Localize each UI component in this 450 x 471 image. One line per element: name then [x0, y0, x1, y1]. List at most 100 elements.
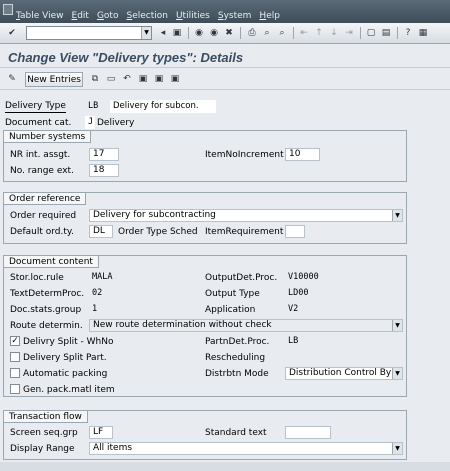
order-type-sched-label: Order Type Sched	[118, 227, 198, 237]
display-range-label: Display Range	[10, 444, 75, 454]
screen-seq-grp-input[interactable]: LF	[89, 426, 113, 439]
document-category-label: Document cat.	[5, 118, 72, 128]
application-label: Application	[205, 305, 256, 315]
dropdown-icon[interactable]: ▼	[392, 210, 402, 221]
previous-page-icon[interactable]: ↑	[312, 26, 326, 40]
screen-seq-grp-label: Screen seq.grp	[10, 428, 78, 438]
gen-pack-matl-item-label: Gen. pack.matl item	[23, 385, 115, 395]
back-icon[interactable]: ◉	[192, 26, 206, 40]
menu-help[interactable]: Help	[259, 11, 280, 21]
previous-entry-icon[interactable]: ▣	[136, 72, 150, 86]
page-title: Change View "Delivery types": Details	[8, 50, 244, 65]
new-entries-button[interactable]: New Entries	[25, 72, 83, 87]
shortcut-icon[interactable]: ▤	[379, 26, 393, 40]
distrbtn-mode-label: Distrbtn Mode	[205, 369, 269, 379]
delivery-split-part-label: Delivery Split Part.	[23, 353, 107, 363]
application-field: V2	[285, 303, 305, 316]
order-required-label: Order required	[10, 211, 77, 221]
item-no-increment-input[interactable]: 10	[285, 148, 320, 161]
toolbar-separator	[240, 27, 241, 39]
text-determ-proc-field: 02	[89, 287, 109, 300]
automatic-packing-checkbox[interactable]	[10, 368, 20, 378]
display-change-icon[interactable]: ✎	[5, 72, 19, 86]
delete-icon[interactable]: ▭	[104, 72, 118, 86]
display-range-value: All items	[93, 443, 133, 453]
command-dropdown-icon[interactable]: ▼	[141, 27, 151, 39]
save-icon[interactable]: ▣	[170, 26, 184, 40]
find-icon[interactable]: ⌕	[260, 26, 274, 40]
output-det-proc-field: V10000	[285, 271, 335, 284]
menu-system[interactable]: System	[218, 11, 252, 21]
order-required-value: Delivery for subcontracting	[93, 210, 216, 220]
dropdown-icon[interactable]: ▼	[392, 368, 402, 379]
menu-selection[interactable]: Selection	[126, 11, 167, 21]
route-determination-value: New route determination without check	[93, 320, 272, 330]
print-icon[interactable]: ⎙	[245, 26, 259, 40]
system-menu-icon[interactable]	[3, 4, 13, 15]
first-page-icon[interactable]: ⇤	[297, 26, 311, 40]
partn-det-proc-field: LB	[285, 335, 309, 348]
delivery-type-label: Delivery Type	[5, 101, 66, 113]
next-page-icon[interactable]: ↓	[327, 26, 341, 40]
next-entry-icon[interactable]: ▣	[152, 72, 166, 86]
stor-loc-rule-field: MALA	[89, 271, 129, 284]
distrbtn-mode-select[interactable]: Distribution Control By Wa ▼	[285, 367, 403, 380]
dropdown-icon[interactable]: ▼	[392, 320, 402, 331]
delivery-type-field: LB	[85, 100, 109, 113]
application-toolbar: ✎ New Entries ⧉ ▭ ↶ ▣ ▣ ▣	[0, 69, 450, 90]
menu-bar: Table View Edit Goto Selection Utilities…	[0, 0, 450, 23]
delivery-split-part-checkbox[interactable]	[10, 352, 20, 362]
standard-text-label: Standard text	[205, 428, 267, 438]
nr-int-assgt-input[interactable]: 17	[89, 148, 119, 161]
number-systems-title: Number systems	[4, 131, 92, 143]
output-det-proc-label: OutputDet.Proc.	[205, 273, 278, 283]
automatic-packing-label: Automatic packing	[23, 369, 108, 379]
doc-stats-group-field: 1	[89, 303, 104, 316]
stor-loc-rule-label: Stor.loc.rule	[10, 273, 64, 283]
no-range-ext-input[interactable]: 18	[89, 164, 119, 177]
default-order-type-label: Default ord.ty.	[10, 227, 74, 237]
menu-table-view[interactable]: Table View	[16, 11, 64, 21]
cancel-icon[interactable]: ✖	[222, 26, 236, 40]
exit-icon[interactable]: ◉	[207, 26, 221, 40]
toolbar-separator	[188, 27, 189, 39]
menu-goto[interactable]: Goto	[97, 11, 119, 21]
toolbar-separator	[293, 27, 294, 39]
partn-det-proc-label: PartnDet.Proc.	[205, 337, 270, 347]
layout-icon[interactable]: ▦	[416, 26, 430, 40]
gen-pack-matl-item-checkbox[interactable]	[10, 384, 20, 394]
enter-icon[interactable]: ✔	[5, 26, 19, 40]
create-session-icon[interactable]: ▢	[364, 26, 378, 40]
help-icon[interactable]: ?	[401, 26, 415, 40]
item-requirement-input[interactable]	[285, 225, 305, 238]
document-content-title: Document content	[4, 256, 99, 268]
delivery-split-whno-checkbox[interactable]: ✓	[10, 336, 20, 346]
distrbtn-mode-value: Distribution Control By Wa	[289, 368, 403, 378]
undo-change-icon[interactable]: ↶	[120, 72, 134, 86]
default-order-type-input[interactable]: DL	[89, 225, 113, 238]
title-bar: Change View "Delivery types": Details	[0, 45, 450, 68]
command-field[interactable]: ▼	[26, 26, 152, 40]
dropdown-icon[interactable]: ▼	[392, 443, 402, 454]
standard-text-input[interactable]	[285, 426, 331, 439]
delivery-split-whno-label: Delivry Split - WhNo	[23, 337, 114, 347]
menu-utilities[interactable]: Utilities	[176, 11, 210, 21]
text-determ-proc-label: TextDetermProc.	[10, 289, 85, 299]
display-range-select[interactable]: All items ▼	[89, 442, 403, 455]
select-all-icon[interactable]: ▣	[168, 72, 182, 86]
rescheduling-label: Rescheduling	[205, 353, 266, 363]
back-arrow-icon[interactable]: ◂	[156, 26, 170, 40]
find-next-icon[interactable]: ⌕	[275, 26, 289, 40]
toolbar-separator	[360, 27, 361, 39]
copy-as-icon[interactable]: ⧉	[88, 72, 102, 86]
toolbar-separator	[397, 27, 398, 39]
menu-items: Table View Edit Goto Selection Utilities…	[16, 11, 280, 21]
last-page-icon[interactable]: ⇥	[342, 26, 356, 40]
order-required-select[interactable]: Delivery for subcontracting ▼	[89, 209, 403, 222]
standard-toolbar: ✔ ▼ ◂ ▣ ◉ ◉ ✖ ⎙ ⌕ ⌕ ⇤ ↑ ↓ ⇥ ▢ ▤ ? ▦	[0, 23, 450, 44]
route-determination-select[interactable]: New route determination without check ▼	[89, 319, 403, 332]
status-bar	[0, 462, 450, 471]
output-type-label: Output Type	[205, 289, 260, 299]
document-category-field: J	[85, 116, 95, 129]
menu-edit[interactable]: Edit	[72, 11, 89, 21]
